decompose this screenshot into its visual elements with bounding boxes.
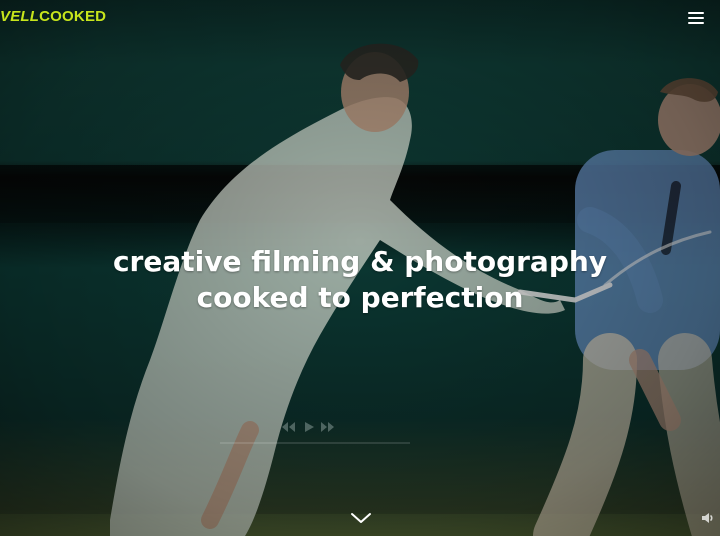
video-progress-track[interactable] (220, 442, 410, 444)
hero-headline: creative filming & photography cooked to… (0, 244, 720, 316)
hamburger-menu-icon-bar-3 (688, 22, 704, 24)
brand-logo[interactable]: VELLCOOKED (0, 8, 106, 25)
chevron-down-icon[interactable] (350, 511, 372, 525)
hamburger-menu-button[interactable] (688, 12, 704, 24)
play-icon[interactable] (300, 420, 316, 434)
hamburger-menu-icon-bar-1 (688, 12, 704, 14)
hamburger-menu-icon-bar-2 (688, 17, 704, 19)
forward-icon[interactable] (320, 420, 336, 434)
rewind-icon[interactable] (280, 420, 296, 434)
logo-prefix: VELL (0, 8, 40, 25)
video-controls-ghost (220, 420, 420, 454)
headline-line-1: creative filming & photography (112, 245, 608, 278)
logo-suffix: COOKED (39, 8, 107, 25)
headline-line-2: cooked to perfection (196, 281, 524, 314)
speaker-icon[interactable] (700, 510, 716, 526)
